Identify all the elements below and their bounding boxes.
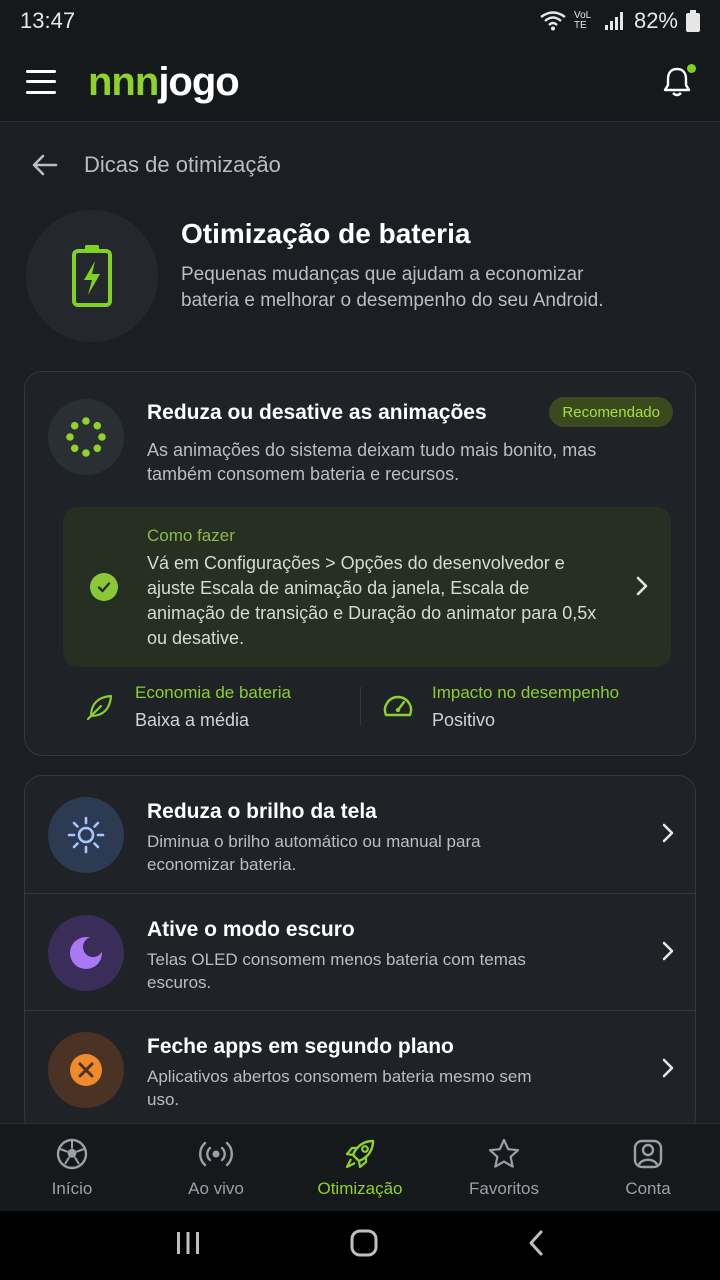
app-logo[interactable]: nnnjogo xyxy=(88,59,240,104)
performance-impact-label: Impacto no desempenho xyxy=(432,683,620,702)
user-icon xyxy=(633,1139,663,1169)
nav-item-inicio[interactable]: Início xyxy=(0,1124,144,1211)
dark-mode-icon-container xyxy=(48,915,124,991)
howto-label: Como fazer xyxy=(147,526,235,545)
nav-item-favoritos[interactable]: Favoritos xyxy=(432,1124,576,1211)
battery-icon xyxy=(686,10,700,32)
hero-title: Otimização de bateria xyxy=(181,218,471,249)
check-icon xyxy=(90,573,118,601)
breadcrumb: Dicas de otimização xyxy=(30,145,281,185)
hero-description: Pequenas mudanças que ajudam a economiza… xyxy=(181,264,604,311)
loading-dots-icon xyxy=(66,417,106,457)
nav-label-otimizacao: Otimização xyxy=(317,1179,403,1198)
nav-item-conta[interactable]: Conta xyxy=(576,1124,720,1211)
list-item-background-apps[interactable]: Feche apps em segundo plano Aplicativos … xyxy=(25,1010,695,1127)
list-item-brightness[interactable]: Reduza o brilho da tela Diminua o brilho… xyxy=(25,776,695,893)
animation-tip-title: Reduza ou desative as animações xyxy=(147,401,487,424)
chevron-right-icon xyxy=(662,823,674,843)
page-title: Dicas de otimização xyxy=(84,152,281,177)
close-circle-icon xyxy=(70,1054,102,1086)
nav-label-inicio: Início xyxy=(51,1179,93,1198)
nav-item-ao-vivo[interactable]: Ao vivo xyxy=(144,1124,288,1211)
home-icon[interactable] xyxy=(349,1228,379,1263)
dark-mode-description: Telas OLED consomem menos bateria com te… xyxy=(147,950,526,992)
animation-tip-description: As animações do sistema deixam tudo mais… xyxy=(147,440,597,484)
signal-icon xyxy=(604,12,623,30)
status-icons: VoLTE 82% xyxy=(540,8,700,34)
chevron-right-icon xyxy=(662,941,674,961)
speedometer-icon xyxy=(383,695,413,717)
battery-saving-value: Baixa a média xyxy=(135,710,250,730)
wifi-icon xyxy=(540,11,566,31)
stat-divider xyxy=(360,687,361,725)
notification-bell-icon[interactable] xyxy=(660,64,696,98)
recent-apps-icon[interactable] xyxy=(174,1230,202,1261)
back-arrow-icon[interactable] xyxy=(30,150,60,180)
dark-mode-title: Ative o modo escuro xyxy=(147,918,355,941)
logo-part2: jogo xyxy=(158,59,239,104)
background-apps-icon-container xyxy=(48,1032,124,1108)
performance-impact-value: Positivo xyxy=(432,710,496,730)
brightness-title: Reduza o brilho da tela xyxy=(147,800,377,823)
moon-icon xyxy=(70,937,103,969)
back-icon[interactable] xyxy=(526,1229,546,1262)
battery-percent: 82% xyxy=(633,8,678,33)
broadcast-icon xyxy=(199,1141,233,1167)
background-apps-description: Aplicativos abertos consomem bateria mes… xyxy=(147,1067,532,1109)
animation-tip-card: Reduza ou desative as animações Recomend… xyxy=(24,371,696,756)
hero-icon-container xyxy=(26,210,158,342)
howto-text: Vá em Configurações > Opções do desenvol… xyxy=(147,553,597,648)
logo-part1: nnn xyxy=(88,59,159,104)
volte-label: VoLTE xyxy=(573,10,592,31)
leaf-icon xyxy=(86,694,113,721)
background-apps-title: Feche apps em segundo plano xyxy=(147,1035,454,1058)
status-time: 13:47 xyxy=(20,8,76,33)
battery-saving-label: Economia de bateria xyxy=(135,683,291,702)
rocket-icon xyxy=(345,1139,375,1169)
status-bar: 13:47 VoLTE 82% xyxy=(0,0,720,42)
list-item-dark-mode[interactable]: Ative o modo escuro Telas OLED consomem … xyxy=(25,893,695,1010)
menu-icon[interactable] xyxy=(26,69,56,94)
soccer-ball-icon xyxy=(56,1138,88,1170)
app-bar: nnnjogo xyxy=(0,42,720,122)
system-nav-bar xyxy=(0,1211,720,1280)
bottom-nav: Início Ao vivo Otimização Favoritos Cont… xyxy=(0,1123,720,1211)
chevron-right-icon xyxy=(662,1058,674,1078)
tips-list: Reduza o brilho da tela Diminua o brilho… xyxy=(24,775,696,1135)
battery-charging-icon xyxy=(72,245,112,307)
animation-icon-container xyxy=(48,399,124,475)
notification-dot xyxy=(687,64,696,73)
brightness-icon-container xyxy=(48,797,124,873)
chevron-right-icon xyxy=(636,576,648,596)
howto-panel[interactable]: Como fazer Vá em Configurações > Opções … xyxy=(63,507,671,667)
nav-label-favoritos: Favoritos xyxy=(469,1179,539,1198)
brightness-description: Diminua o brilho automático ou manual pa… xyxy=(147,832,481,874)
nav-label-ao-vivo: Ao vivo xyxy=(188,1179,244,1198)
recommended-badge: Recomendado xyxy=(549,397,673,427)
nav-label-conta: Conta xyxy=(625,1179,671,1198)
sun-icon xyxy=(67,816,105,854)
star-icon xyxy=(488,1138,520,1168)
nav-item-otimizacao[interactable]: Otimização xyxy=(288,1124,432,1211)
